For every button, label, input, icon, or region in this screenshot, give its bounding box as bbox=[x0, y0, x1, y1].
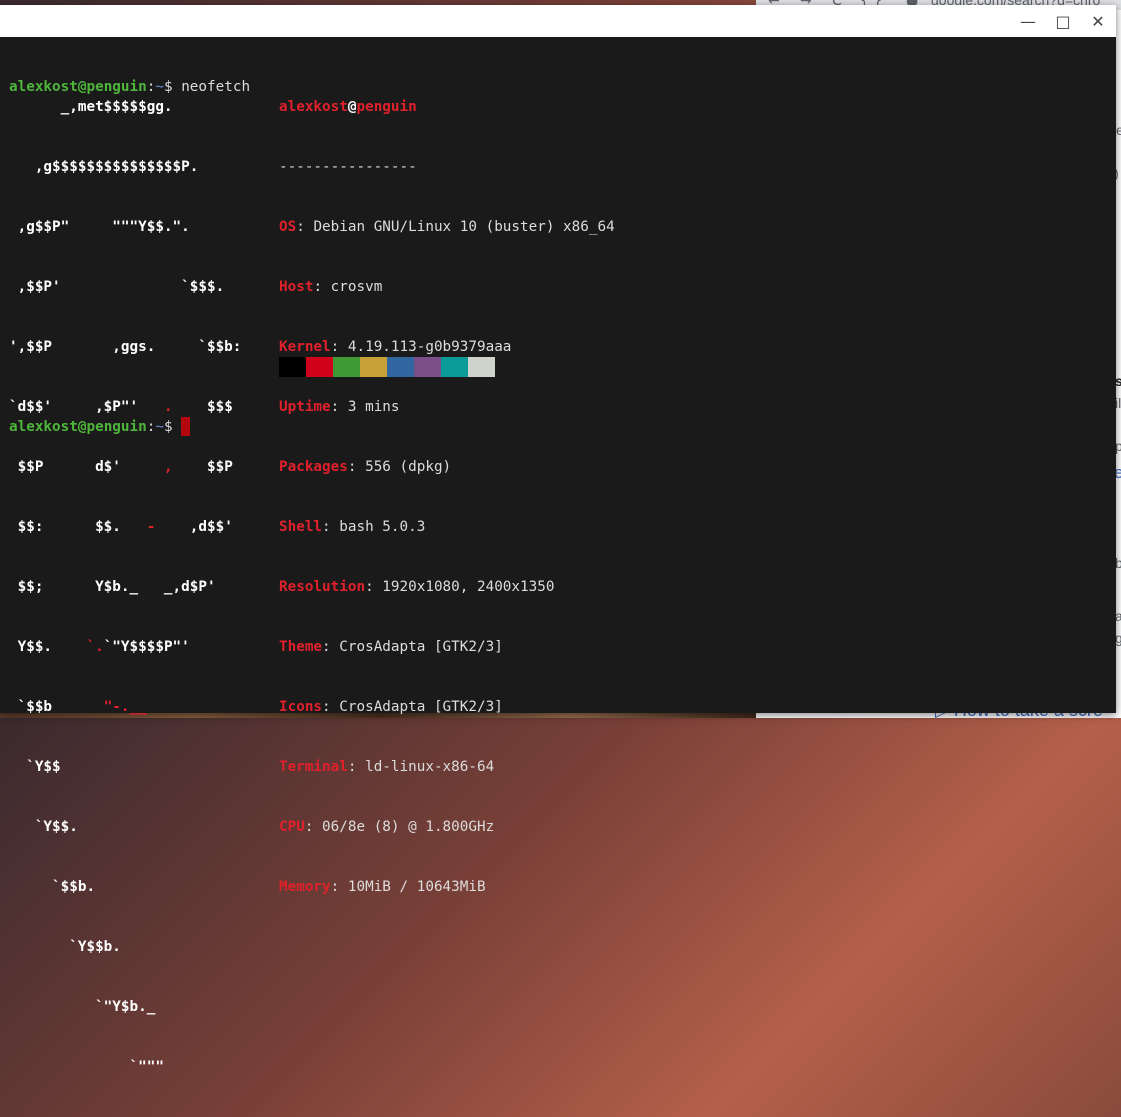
terminal-output[interactable]: alexkost@penguin:~$ neofetch _,met$$$$$g… bbox=[9, 37, 1116, 1075]
logo-line: `$$b. bbox=[9, 879, 96, 895]
logo-line: $$; Y$b._ _,d$P' bbox=[9, 579, 216, 595]
info-shell: Shell: bash 5.0.3 bbox=[279, 519, 426, 535]
logo-line: $$P d$' , $$P bbox=[9, 459, 233, 475]
info-os: OS: Debian GNU/Linux 10 (buster) x86_64 bbox=[279, 219, 615, 235]
color-swatch bbox=[468, 357, 495, 377]
info-kernel: Kernel: 4.19.113-g0b9379aaa bbox=[279, 339, 512, 355]
page-text: e bbox=[1116, 122, 1121, 138]
info-header: alexkost@penguin bbox=[279, 99, 417, 115]
logo-line: _,met$$$$$gg. bbox=[9, 99, 173, 115]
debian-logo: _,met$$$$$gg. ,g$$$$$$$$$$$$$$$P. ,g$$P"… bbox=[9, 57, 241, 1117]
terminal-window[interactable]: — □ ✕ alexkost@penguin:~$ neofetch _,met… bbox=[0, 5, 1116, 1075]
info-theme: Theme: CrosAdapta [GTK2/3] bbox=[279, 639, 503, 655]
info-packages: Packages: 556 (dpkg) bbox=[279, 459, 452, 475]
info-icons: Icons: CrosAdapta [GTK2/3] bbox=[279, 699, 503, 715]
color-swatch bbox=[441, 357, 468, 377]
system-info: alexkost@penguin ---------------- OS: De… bbox=[279, 57, 615, 937]
minimize-button[interactable]: — bbox=[1016, 9, 1040, 33]
logo-line: `d$$' ,$P"' . $$$ bbox=[9, 399, 233, 415]
logo-line: `"Y$b._ bbox=[9, 999, 156, 1015]
title-bar[interactable]: — □ ✕ bbox=[0, 5, 1116, 37]
logo-line: $$: $$. - ,d$$' bbox=[9, 519, 233, 535]
info-cpu: CPU: 06/8e (8) @ 1.800GHz bbox=[279, 819, 495, 835]
info-host: Host: crosvm bbox=[279, 279, 383, 295]
color-swatch bbox=[360, 357, 387, 377]
prompt-line-current[interactable]: alexkost@penguin:~$ bbox=[9, 417, 191, 437]
color-swatch bbox=[414, 357, 441, 377]
color-palette bbox=[279, 357, 495, 377]
logo-line: `$$b "-.__ bbox=[9, 699, 147, 715]
info-uptime: Uptime: 3 mins bbox=[279, 399, 400, 415]
logo-line: ,$$P' `$$$. bbox=[9, 279, 225, 295]
color-swatch bbox=[279, 357, 306, 377]
color-swatch bbox=[387, 357, 414, 377]
logo-line: `""" bbox=[9, 1059, 164, 1075]
info-separator: ---------------- bbox=[279, 159, 417, 175]
close-button[interactable]: ✕ bbox=[1086, 9, 1110, 33]
logo-line: ,g$$$$$$$$$$$$$$$P. bbox=[9, 159, 199, 175]
logo-line: `Y$$b. bbox=[9, 939, 121, 955]
info-terminal: Terminal: ld-linux-x86-64 bbox=[279, 759, 495, 775]
logo-line: `Y$$ bbox=[9, 759, 61, 775]
logo-line: `Y$$. bbox=[9, 819, 78, 835]
color-swatch bbox=[306, 357, 333, 377]
logo-line: ,g$$P" """Y$$.". bbox=[9, 219, 190, 235]
scrollbar[interactable] bbox=[1104, 37, 1116, 713]
maximize-button[interactable]: □ bbox=[1051, 9, 1075, 33]
text-cursor[interactable] bbox=[181, 417, 191, 436]
logo-line: Y$$. `.`"Y$$$$P"' bbox=[9, 639, 190, 655]
color-swatch bbox=[333, 357, 360, 377]
info-resolution: Resolution: 1920x1080, 2400x1350 bbox=[279, 579, 555, 595]
logo-line: ',$$P ,ggs. `$$b: bbox=[9, 339, 242, 355]
info-memory: Memory: 10MiB / 10643MiB bbox=[279, 879, 486, 895]
